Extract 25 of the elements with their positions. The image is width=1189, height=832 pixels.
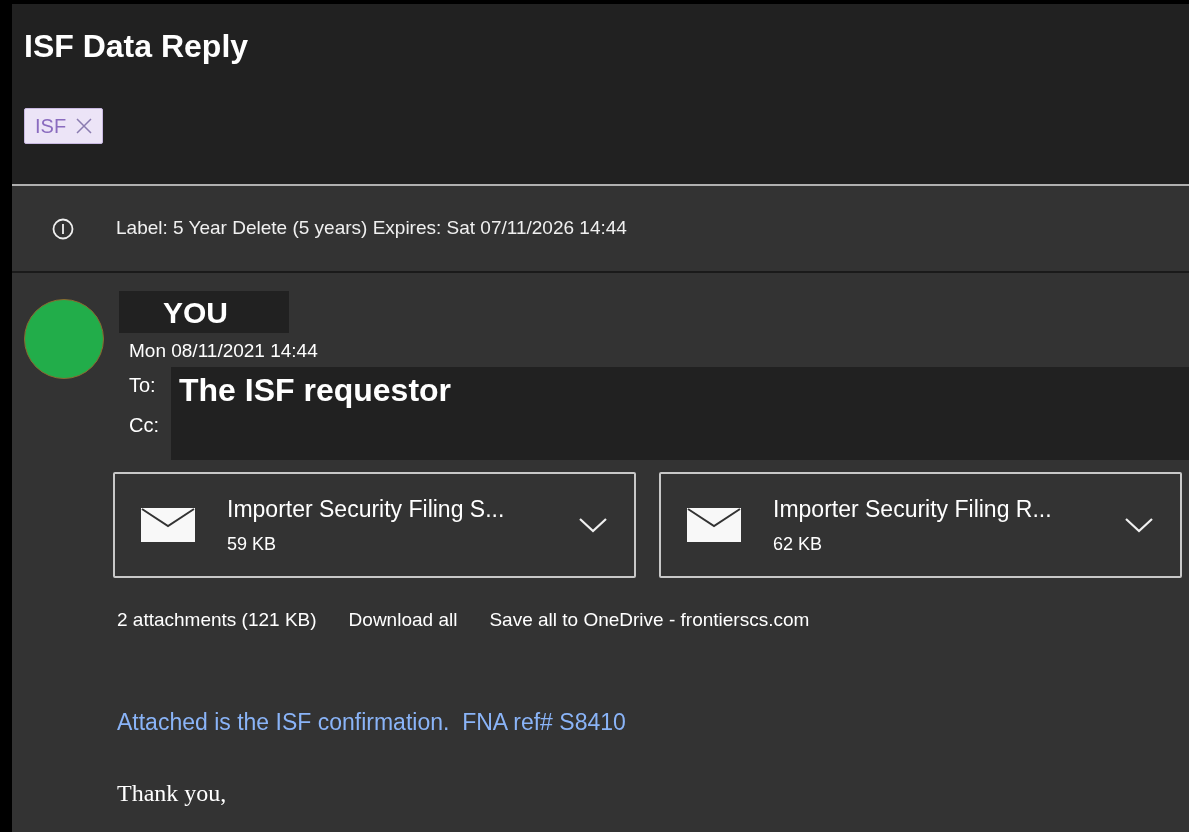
category-label: ISF	[35, 114, 67, 139]
attachments-summary: 2 attachments (121 KB)	[117, 608, 317, 632]
attachment-name: Importer Security Filing S...	[227, 495, 506, 525]
retention-notice: Label: 5 Year Delete (5 years) Expires: Sat 07/11/2026 14:44	[116, 216, 627, 241]
attachment-size: 62 KB	[773, 532, 824, 556]
attachment-size: 59 KB	[227, 532, 278, 556]
attachment-action-link[interactable]: Save all to OneDrive - frontierscs.com	[489, 606, 810, 635]
attachment-name: Importer Security Filing R...	[773, 495, 1053, 525]
envelope-icon	[687, 508, 741, 542]
info-icon	[52, 217, 74, 240]
body-paragraph: Attached is the ISF confirmation. FNA ref# S8410	[117, 707, 627, 737]
attachment-card[interactable]: Importer Security Filing R... 62 KB	[659, 472, 1182, 578]
envelope-icon	[141, 508, 195, 542]
cc-label: Cc:	[129, 413, 160, 438]
email-subject: ISF Data Reply	[24, 27, 250, 66]
close-icon[interactable]	[76, 118, 93, 134]
chevron-down-icon[interactable]	[1124, 517, 1154, 533]
attachment-action-link[interactable]: Download all	[348, 606, 458, 635]
chevron-down-icon[interactable]	[578, 517, 608, 533]
recipient-name: The ISF requestor	[179, 372, 452, 408]
sender-name: YOU	[119, 291, 289, 333]
sent-date: Mon 08/11/2021 14:44	[129, 339, 319, 363]
to-label: To:	[129, 373, 157, 398]
attachment-card[interactable]: Importer Security Filing S... 59 KB	[113, 472, 636, 578]
closing-line: Thank you,	[117, 779, 228, 808]
